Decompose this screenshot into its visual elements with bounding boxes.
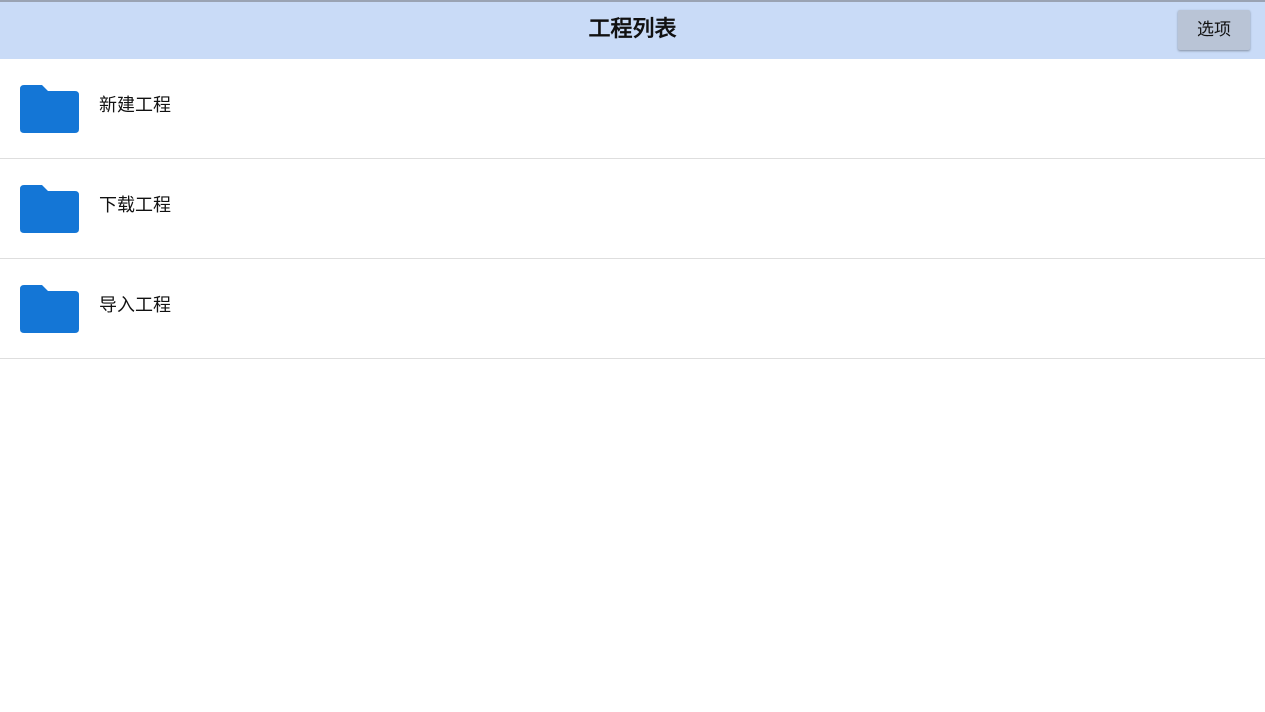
list-item-download-project[interactable]: 下载工程 <box>0 159 1265 259</box>
title-bar: 工程列表 选项 <box>0 2 1265 59</box>
app-window: 工程列表 选项 新建工程 下载工程 导入工程 <box>0 0 1265 712</box>
folder-icon <box>20 285 79 333</box>
list-item-new-project[interactable]: 新建工程 <box>0 59 1265 159</box>
page-title: 工程列表 <box>588 17 677 42</box>
list-item-label: 导入工程 <box>99 295 171 316</box>
options-button[interactable]: 选项 <box>1178 10 1250 50</box>
folder-icon <box>20 85 79 133</box>
project-list: 新建工程 下载工程 导入工程 <box>0 59 1265 359</box>
list-item-label: 新建工程 <box>99 95 171 116</box>
folder-icon <box>20 185 79 233</box>
list-item-label: 下载工程 <box>99 195 171 216</box>
list-item-import-project[interactable]: 导入工程 <box>0 259 1265 359</box>
